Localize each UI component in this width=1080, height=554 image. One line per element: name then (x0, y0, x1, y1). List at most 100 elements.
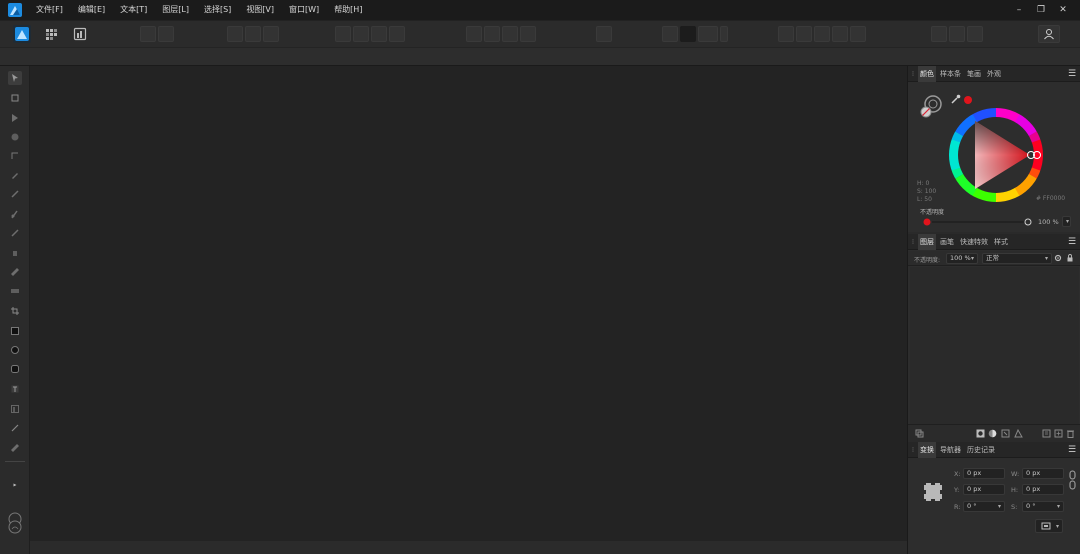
fill-tool[interactable] (8, 226, 22, 240)
link-aspect-icon[interactable] (1069, 470, 1076, 490)
align-right-button[interactable] (502, 26, 518, 42)
tab-quick-fx[interactable]: 快速特效 (958, 234, 990, 250)
rotate-left-button[interactable] (335, 26, 351, 42)
snapping-button[interactable] (698, 26, 718, 42)
panel-grip-icon[interactable]: ⁞ (908, 66, 918, 82)
rounded-rectangle-tool[interactable] (8, 362, 22, 376)
fill-stroke-selector[interactable] (7, 512, 23, 534)
snapping-options-button[interactable] (158, 26, 174, 42)
tab-stroke[interactable]: 笔画 (965, 66, 983, 82)
layer-assets-icon[interactable] (915, 429, 924, 438)
tab-layers[interactable]: 图层 (918, 233, 936, 250)
eyedropper-icon[interactable] (950, 94, 961, 105)
add-group-icon[interactable] (1042, 429, 1051, 438)
tab-appearance[interactable]: 外观 (985, 66, 1003, 82)
hex-readout[interactable]: # FF0000 (1036, 195, 1065, 202)
arrange-forward-button[interactable] (245, 26, 261, 42)
geometry-group-button[interactable] (949, 26, 965, 42)
menu-select[interactable]: 选择[S] (198, 0, 237, 20)
arrange-front-button[interactable] (263, 26, 279, 42)
mask-layer-icon[interactable] (976, 429, 985, 438)
opacity-slider[interactable] (922, 217, 1034, 227)
tab-transform[interactable]: 变换 (918, 441, 936, 458)
flip-vertical-button[interactable] (389, 26, 405, 42)
pencil-tool[interactable] (8, 187, 22, 201)
close-button[interactable]: ✕ (1052, 0, 1074, 20)
menu-window[interactable]: 窗口[W] (283, 0, 325, 20)
panel-menu-icon[interactable]: ☰ (1067, 68, 1077, 80)
gradient-tool[interactable] (8, 265, 22, 279)
tab-brushes[interactable]: 画笔 (938, 234, 956, 250)
corner-tool[interactable] (8, 149, 22, 163)
rotation-field[interactable]: 0 ° ▾ (963, 501, 1005, 512)
export-persona-button[interactable] (71, 25, 89, 43)
user-account-button[interactable] (1038, 25, 1060, 43)
adjustment-icon[interactable] (988, 429, 997, 438)
fx-icon[interactable] (1001, 429, 1010, 438)
panel-menu-icon[interactable]: ☰ (1067, 236, 1077, 248)
panel-menu-icon[interactable]: ☰ (1067, 444, 1077, 456)
color-picker-tool[interactable] (8, 421, 22, 435)
menu-text[interactable]: 文本[T] (114, 0, 153, 20)
rotate-right-button[interactable] (353, 26, 369, 42)
view-quality-button[interactable] (680, 26, 696, 42)
vector-brush-tool[interactable] (8, 130, 22, 144)
transparency-tool[interactable] (8, 246, 22, 260)
pixel-persona-button[interactable] (43, 25, 61, 43)
shear-field[interactable]: 0 ° ▾ (1022, 501, 1064, 512)
more-tools-button[interactable] (8, 478, 22, 492)
arrange-back-button[interactable] (227, 26, 243, 42)
insert-target-button[interactable] (596, 26, 612, 42)
panel-grip-icon[interactable]: ⁞ (908, 234, 918, 250)
add-pixel-layer-icon[interactable] (1014, 429, 1023, 438)
menu-edit[interactable]: 编辑[E] (72, 0, 111, 20)
lock-icon[interactable] (1066, 254, 1074, 262)
align-top-button[interactable] (520, 26, 536, 42)
opacity-dropdown-button[interactable]: ▾ (1062, 216, 1071, 227)
anchor-point-selector[interactable] (921, 480, 945, 504)
panel-grip-icon[interactable]: ⁞ (908, 442, 918, 458)
trash-icon[interactable] (1066, 429, 1075, 438)
tab-navigator[interactable]: 导航器 (938, 442, 963, 458)
document-setup-button[interactable] (140, 26, 156, 42)
view-mode-button[interactable] (662, 26, 678, 42)
menu-help[interactable]: 帮助[H] (328, 0, 368, 20)
tab-styles[interactable]: 样式 (992, 234, 1010, 250)
minimize-button[interactable]: – (1008, 0, 1030, 20)
fill-stroke-swatch-icon[interactable] (920, 94, 944, 120)
rectangle-tool[interactable] (8, 324, 22, 338)
crop-tool[interactable] (8, 304, 22, 318)
document-canvas[interactable] (30, 66, 907, 541)
designer-persona-button[interactable] (13, 25, 31, 43)
boolean-divide-button[interactable] (850, 26, 866, 42)
add-layer-icon[interactable] (1054, 429, 1063, 438)
menu-file[interactable]: 文件[F] (30, 0, 69, 20)
artboard-tool[interactable] (8, 91, 22, 105)
artistic-text-tool[interactable] (8, 382, 22, 396)
move-tool[interactable] (8, 71, 22, 85)
flip-horizontal-button[interactable] (371, 26, 387, 42)
zoom-tool[interactable] (8, 441, 22, 455)
boolean-xor-button[interactable] (832, 26, 848, 42)
blend-mode-select[interactable]: 正常 ▾ (982, 253, 1052, 264)
boolean-subtract-button[interactable] (796, 26, 812, 42)
geometry-combine-button[interactable] (931, 26, 947, 42)
opacity-value[interactable]: 100 % (1038, 218, 1059, 226)
node-tool[interactable] (8, 111, 22, 125)
menu-view[interactable]: 视图[V] (240, 0, 280, 20)
layers-list[interactable] (910, 267, 1079, 424)
x-field[interactable]: 0 px (963, 468, 1005, 479)
layer-opacity-field[interactable]: 100 % ▾ (946, 253, 978, 264)
tab-swatches[interactable]: 样本条 (938, 66, 963, 82)
gear-icon[interactable] (1054, 254, 1062, 262)
align-center-button[interactable] (484, 26, 500, 42)
ellipse-tool[interactable] (8, 343, 22, 357)
transform-options-button[interactable]: ▾ (1035, 519, 1063, 533)
place-image-tool[interactable] (8, 284, 22, 298)
snapping-dropdown-button[interactable] (720, 26, 728, 42)
boolean-intersect-button[interactable] (814, 26, 830, 42)
width-field[interactable]: 0 px (1022, 468, 1064, 479)
paint-brush-tool[interactable] (8, 207, 22, 221)
geometry-mask-button[interactable] (967, 26, 983, 42)
y-field[interactable]: 0 px (963, 484, 1005, 495)
